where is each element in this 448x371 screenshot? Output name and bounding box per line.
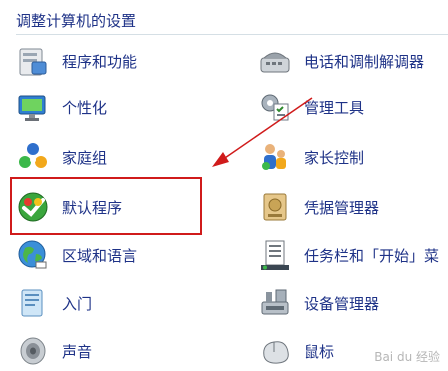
annotation-arrow: [212, 97, 313, 167]
watermark: Bai du 经验: [374, 350, 440, 364]
